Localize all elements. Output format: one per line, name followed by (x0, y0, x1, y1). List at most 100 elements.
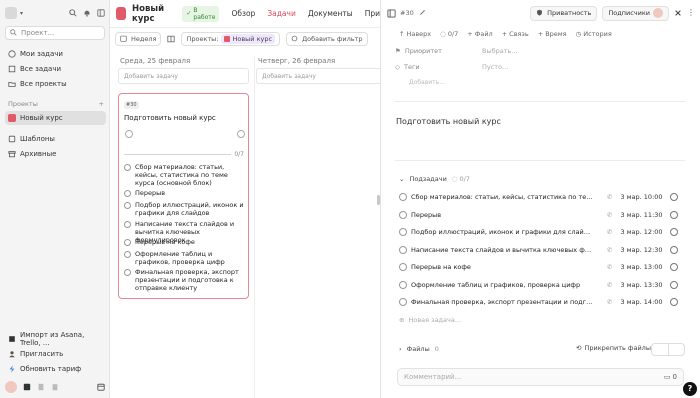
status-circle-icon[interactable] (237, 130, 245, 138)
link-button[interactable]: + Связь (502, 30, 529, 38)
sidebar-item-invite[interactable]: Пригласить (5, 347, 106, 361)
sidebar-item-project[interactable]: Новый курс (5, 111, 106, 125)
check-square-icon[interactable] (23, 383, 31, 391)
search-input[interactable]: Проект... (5, 26, 105, 40)
sidebar-item-templates[interactable]: Шаблоны (5, 132, 106, 146)
sidebar-item-upgrade[interactable]: Обновить тариф (5, 362, 106, 376)
subtask-date[interactable]: 3 мар. 13:00 (620, 263, 662, 271)
phone-icon[interactable]: ✆ (607, 281, 612, 289)
subtask-checkbox[interactable] (399, 246, 407, 254)
subtask-checkbox[interactable] (399, 298, 407, 306)
field-value[interactable]: Выбрать... (482, 47, 518, 55)
subtask-checkbox[interactable] (124, 201, 131, 209)
phone-icon[interactable]: ✆ (607, 246, 612, 254)
calendar-icon[interactable] (97, 383, 105, 391)
layout-toggle[interactable] (167, 32, 176, 46)
list-view-icon[interactable] (652, 344, 669, 355)
subtask-checkbox[interactable] (124, 238, 131, 246)
card-subtask[interactable]: Сбор материалов: статьи, кейсы, статисти… (124, 163, 246, 187)
more-icon[interactable]: ⋮ (687, 9, 695, 17)
panel-icon[interactable] (387, 9, 396, 18)
attach-files-button[interactable]: ⟲ Прикрепить файлы (576, 344, 651, 352)
sidebar-item-all-tasks[interactable]: Все задачи (5, 62, 106, 76)
open-subtask-icon[interactable] (669, 263, 678, 271)
phone-icon[interactable]: ✆ (607, 211, 612, 219)
sidebar-toggle-icon[interactable] (97, 9, 105, 17)
sidebar-item-archive[interactable]: Архивные (5, 147, 106, 161)
add-field-button[interactable]: Добавить... (409, 79, 445, 86)
subtask-date[interactable]: 3 мар. 13:30 (620, 281, 662, 289)
pencil-icon[interactable] (419, 9, 427, 17)
sidebar-item-import[interactable]: Импорт из Asana, Trello, ... (5, 331, 106, 347)
add-filter-button[interactable]: Добавить фильтр (286, 32, 368, 46)
files-view-toggle[interactable] (651, 343, 685, 356)
comment-input[interactable]: Комментарий... ▭ 0 (397, 368, 684, 386)
subtask-checkbox[interactable] (399, 228, 407, 236)
history-button[interactable]: ◷ История (576, 30, 612, 38)
subtask-date[interactable]: 3 мар. 10:00 (620, 193, 662, 201)
subtask-checkbox[interactable] (399, 281, 407, 289)
sidebar-item-my-tasks[interactable]: Мои задачи (5, 47, 106, 61)
subtask-row[interactable]: Перерыв на кофе ✆ 3 мар. 13:00 (399, 260, 684, 274)
tags-field[interactable]: ◇ Теги Пусто... (395, 63, 508, 71)
phone-icon[interactable]: ✆ (607, 228, 612, 236)
projects-filter[interactable]: Проекты: Новый курс (181, 32, 281, 46)
clipboard-icon[interactable] (51, 383, 59, 391)
grid-view-icon[interactable] (669, 344, 685, 355)
bell-icon[interactable] (83, 9, 91, 17)
tab-documents[interactable]: Документы (308, 9, 353, 18)
task-description[interactable]: Подготовить новый курс (396, 117, 501, 126)
progress-button[interactable]: ◌ 0/7 (440, 30, 458, 38)
subtask-date[interactable]: 3 мар. 12:30 (620, 246, 662, 254)
card-subtask[interactable]: Финальная проверка, экспорт презентации … (124, 268, 246, 292)
subtask-checkbox[interactable] (399, 193, 407, 201)
help-button[interactable]: ? (683, 382, 697, 396)
workspace-switcher[interactable]: ▾ (5, 6, 105, 20)
subtask-date[interactable]: 3 мар. 12:00 (620, 228, 662, 236)
subtask-row[interactable]: Оформление таблиц и графиков, проверка ц… (399, 278, 684, 292)
tab-tasks[interactable]: Задачи (267, 9, 296, 18)
tab-overview[interactable]: Обзор (231, 9, 255, 18)
subtask-checkbox[interactable] (124, 189, 131, 197)
phone-icon[interactable]: ✆ (607, 193, 612, 201)
sidebar-item-all-projects[interactable]: Все проекты (5, 77, 106, 91)
subtask-checkbox[interactable] (399, 263, 407, 271)
tab-more[interactable]: При (365, 9, 380, 18)
up-button[interactable]: ↑ Наверх (399, 30, 431, 38)
close-icon[interactable] (674, 9, 682, 17)
subtask-checkbox[interactable] (124, 268, 131, 276)
subtask-row[interactable]: Финальная проверка, экспорт презентации … (399, 295, 684, 309)
task-card[interactable]: #30 Подготовить новый курс 0/7 Сбор мате… (118, 93, 249, 299)
card-subtask[interactable]: Оформление таблиц и графиков, проверка ц… (124, 250, 246, 266)
subtask-row[interactable]: Подбор иллюстраций, иконок и графики для… (399, 225, 684, 239)
open-subtask-icon[interactable] (669, 298, 678, 306)
subtask-row[interactable]: Сбор материалов: статьи, кейсы, статисти… (399, 190, 684, 204)
subtask-date[interactable]: 3 мар. 14:00 (620, 298, 662, 306)
open-subtask-icon[interactable] (669, 281, 678, 289)
project-chip[interactable]: Новый курс (221, 34, 276, 44)
subtask-checkbox[interactable] (124, 250, 131, 258)
subtask-date[interactable]: 3 мар. 11:30 (620, 211, 662, 219)
add-task-button[interactable]: Добавить задачу (118, 68, 249, 84)
subtask-checkbox[interactable] (124, 220, 131, 228)
privacy-button[interactable]: Приватность (530, 5, 598, 21)
open-subtask-icon[interactable] (669, 193, 678, 201)
open-subtask-icon[interactable] (669, 211, 678, 219)
field-value[interactable]: Пусто... (482, 63, 508, 71)
open-subtask-icon[interactable] (669, 228, 678, 236)
subscribers-button[interactable]: Подписчики (602, 5, 669, 21)
card-subtask[interactable]: Перерыв (124, 189, 246, 197)
file-button[interactable]: + Файл (467, 30, 492, 38)
subtasks-header[interactable]: ⌄ Подзадачи ◌ 0/7 (399, 175, 470, 183)
add-project-icon[interactable]: + (99, 100, 104, 108)
priority-field[interactable]: ⚑ Приоритет Выбрать... (395, 47, 518, 55)
document-icon[interactable] (37, 383, 45, 391)
status-badge[interactable]: ✓ В работе (182, 5, 220, 22)
new-subtask-input[interactable]: ⊕ Новая задача... (399, 316, 461, 324)
card-subtask[interactable]: Подбор иллюстраций, иконок и графики для… (124, 201, 246, 217)
phone-icon[interactable]: ✆ (607, 263, 612, 271)
phone-icon[interactable]: ✆ (607, 298, 612, 306)
add-task-button[interactable]: Добавить задачу (256, 68, 387, 84)
open-subtask-icon[interactable] (669, 246, 678, 254)
files-section-header[interactable]: › Файлы 0 (399, 345, 439, 353)
